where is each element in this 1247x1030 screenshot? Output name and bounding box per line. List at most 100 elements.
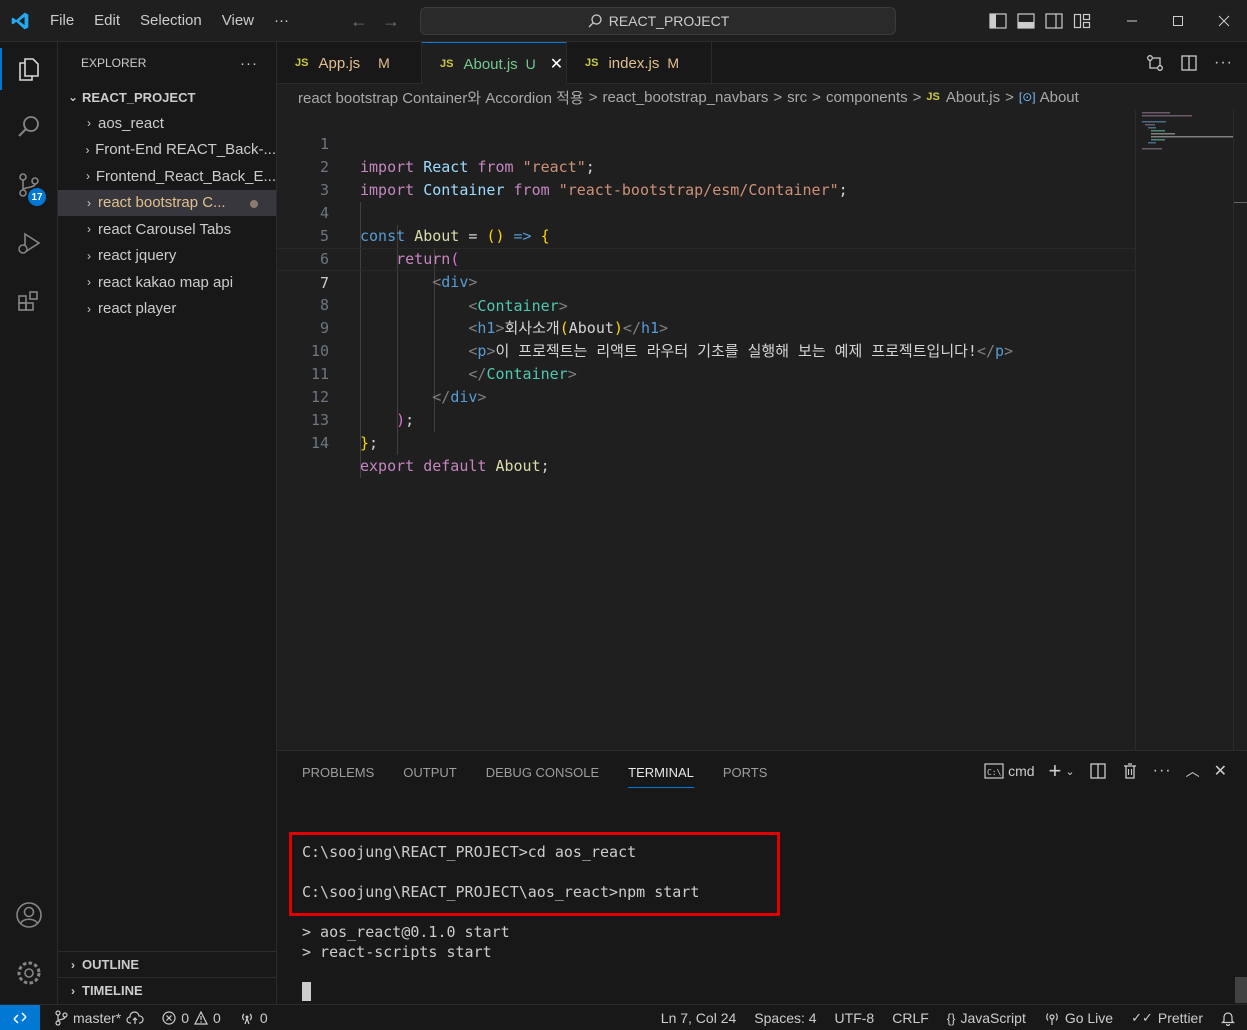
settings-gear-icon[interactable] <box>0 948 58 998</box>
split-terminal-icon[interactable] <box>1089 762 1107 780</box>
command-center[interactable]: REACT_PROJECT <box>420 7 896 35</box>
toggle-panel-icon[interactable] <box>1017 13 1035 29</box>
terminal-shell-selector[interactable]: C:\ cmd <box>984 763 1035 779</box>
split-editor-icon[interactable] <box>1180 54 1198 72</box>
tab-terminal[interactable]: TERMINAL <box>628 765 694 788</box>
window-controls <box>989 0 1247 42</box>
folder-label: react jquery <box>98 247 177 265</box>
folder-react-jquery[interactable]: › react jquery <box>58 243 276 270</box>
prettier-status[interactable]: ✓✓ Prettier <box>1122 1010 1212 1026</box>
breadcrumb-item[interactable]: react bootstrap Container와 Accordion 적용 <box>298 87 584 108</box>
sync-cloud-icon[interactable] <box>126 1010 144 1025</box>
language-mode[interactable]: {} JavaScript <box>938 1010 1035 1026</box>
maximize-panel-icon[interactable]: ︿ <box>1186 761 1200 781</box>
terminal-scrollbar[interactable] <box>1235 977 1247 1003</box>
trash-icon[interactable] <box>1121 762 1139 780</box>
indentation[interactable]: Spaces: 4 <box>745 1010 825 1026</box>
broadcast-icon <box>1045 1013 1058 1025</box>
go-live-button[interactable]: Go Live <box>1035 1010 1122 1026</box>
navigation-arrows: ← → <box>350 0 400 42</box>
folder-react-kakao-map-api[interactable]: › react kakao map api <box>58 269 276 296</box>
run-debug-icon[interactable] <box>0 218 58 268</box>
notifications-bell-icon[interactable] <box>1212 1010 1247 1026</box>
encoding[interactable]: UTF-8 <box>826 1010 884 1026</box>
workspace-root[interactable]: ⌄ REACT_PROJECT <box>58 84 276 110</box>
folder-react-bootstrap[interactable]: › react bootstrap C... <box>58 189 276 216</box>
chevron-right-icon: › <box>87 301 91 316</box>
search-view-icon[interactable] <box>0 102 58 152</box>
customize-layout-icon[interactable] <box>1073 13 1091 29</box>
search-icon <box>588 14 602 28</box>
git-branch-status[interactable]: master* <box>48 1010 150 1026</box>
problems-status[interactable]: 0 0 <box>156 1010 227 1026</box>
vscode-logo-icon <box>0 0 40 42</box>
back-arrow-icon[interactable]: ← <box>350 11 368 32</box>
breadcrumb-item[interactable]: components <box>826 89 908 106</box>
breadcrumb-item[interactable]: src <box>787 89 807 106</box>
tab-debug-console[interactable]: DEBUG CONSOLE <box>486 765 599 788</box>
line-ending[interactable]: CRLF <box>883 1010 938 1026</box>
code-token: ; <box>369 434 379 452</box>
code-line: 4 const About = () => { <box>277 179 1135 245</box>
folder-frontend-react-back-e[interactable]: › Frontend_React_Back_E... <box>58 163 276 190</box>
breadcrumb-item[interactable]: react_bootstrap_navbars <box>602 89 768 106</box>
maximize-button[interactable] <box>1155 0 1201 42</box>
panel-tabs: PROBLEMS OUTPUT DEBUG CONSOLE TERMINAL P… <box>302 765 767 788</box>
new-terminal-icon[interactable]: + <box>1049 760 1062 782</box>
explorer-more-actions[interactable]: ··· <box>240 55 258 72</box>
remote-icon <box>13 1011 27 1024</box>
outline-section[interactable]: › OUTLINE <box>58 951 277 977</box>
cursor-position[interactable]: Ln 7, Col 24 <box>652 1010 746 1026</box>
tab-app-js[interactable]: JS App.js M <box>277 42 422 84</box>
breadcrumb-symbol[interactable]: About <box>1040 89 1079 106</box>
folder-react-player[interactable]: › react player <box>58 296 276 323</box>
open-changes-icon[interactable] <box>1146 54 1164 72</box>
menu-selection[interactable]: Selection <box>130 0 212 42</box>
source-control-icon[interactable]: 17 <box>0 160 58 210</box>
minimap[interactable] <box>1135 110 1233 750</box>
breadcrumb-separator: > <box>588 88 598 106</box>
code-line: 13 }; <box>277 386 1135 452</box>
folder-aos-react[interactable]: › aos_react <box>58 110 276 137</box>
timeline-section[interactable]: › TIMELINE <box>58 977 277 1003</box>
bottom-panel: PROBLEMS OUTPUT DEBUG CONSOLE TERMINAL P… <box>277 750 1247 1004</box>
menu-view[interactable]: View <box>212 0 264 42</box>
chevron-down-icon[interactable]: ⌄ <box>1065 765 1074 778</box>
tab-about-js[interactable]: JS About.js U ✕ <box>422 42 567 85</box>
folder-front-end-react-back[interactable]: › Front-End REACT_Back-... <box>58 137 276 164</box>
extensions-icon[interactable] <box>0 276 58 326</box>
tab-problems[interactable]: PROBLEMS <box>302 765 374 788</box>
more-actions-icon[interactable]: ··· <box>1153 762 1172 780</box>
svg-text:C:\: C:\ <box>987 768 1002 777</box>
toggle-secondary-sidebar-icon[interactable] <box>1045 13 1063 29</box>
ports-status[interactable]: 0 <box>233 1010 274 1026</box>
terminal-line: > react-scripts start <box>302 943 492 961</box>
explorer-icon[interactable] <box>0 44 58 94</box>
more-actions-icon[interactable]: ··· <box>1214 54 1233 72</box>
folder-react-carousel-tabs[interactable]: › react Carousel Tabs <box>58 216 276 243</box>
breadcrumb-file[interactable]: About.js <box>946 89 1000 106</box>
menu-edit[interactable]: Edit <box>84 0 130 42</box>
close-panel-icon[interactable]: ✕ <box>1214 761 1227 781</box>
breadcrumb: react bootstrap Container와 Accordion 적용 … <box>277 84 1247 110</box>
broadcast-icon <box>241 1013 252 1024</box>
menu-file[interactable]: File <box>40 0 84 42</box>
terminal-line: C:\soojung\REACT_PROJECT\aos_react>npm s… <box>302 883 700 901</box>
terminal-line: > aos_react@0.1.0 start <box>302 923 510 941</box>
tab-output[interactable]: OUTPUT <box>403 765 456 788</box>
menu-more[interactable]: ··· <box>264 0 299 42</box>
terminal-cursor <box>302 982 311 1001</box>
breadcrumb-separator: > <box>812 88 821 106</box>
remote-indicator[interactable] <box>0 1004 40 1030</box>
tab-ports[interactable]: PORTS <box>723 765 768 788</box>
close-window-button[interactable] <box>1201 0 1247 42</box>
minimize-button[interactable] <box>1109 0 1155 42</box>
code-editor[interactable]: 1 import React from "react"; 2 import Co… <box>277 110 1247 750</box>
outline-label: OUTLINE <box>82 957 140 972</box>
forward-arrow-icon[interactable]: → <box>382 11 400 32</box>
close-tab-icon[interactable]: ✕ <box>550 54 563 74</box>
toggle-primary-sidebar-icon[interactable] <box>989 13 1007 29</box>
account-icon[interactable] <box>0 890 58 940</box>
editor-scrollbar[interactable] <box>1233 110 1247 750</box>
tab-index-js[interactable]: JS index.js M <box>567 42 712 84</box>
